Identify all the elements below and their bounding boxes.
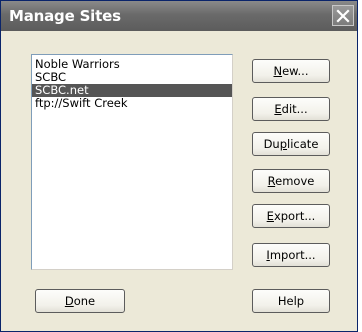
dialog-title: Manage Sites — [9, 7, 121, 25]
export-button-access-key: E — [266, 209, 274, 223]
manage-sites-dialog: Manage Sites Noble Warriors SCBC SCBC.ne… — [0, 0, 358, 332]
duplicate-button-label-pre: Du — [263, 137, 280, 151]
close-button[interactable] — [332, 5, 354, 26]
help-button-label: Help — [277, 294, 305, 308]
list-item-label: SCBC.net — [35, 83, 89, 97]
remove-button-label-post: emove — [275, 174, 315, 188]
edit-button-label-post: dit... — [281, 102, 308, 116]
close-icon — [336, 9, 350, 23]
new-button-label-post: ew... — [282, 64, 309, 78]
title-bar[interactable]: Manage Sites — [1, 1, 357, 31]
done-button-label-post: one — [73, 294, 96, 308]
new-button[interactable]: New... — [252, 59, 330, 83]
list-item-label: ftp://Swift Creek — [35, 96, 128, 110]
done-button[interactable]: Done — [35, 289, 125, 313]
sites-list[interactable]: Noble Warriors SCBC SCBC.net ftp://Swift… — [31, 54, 233, 270]
duplicate-button-label-post: licate — [287, 137, 319, 151]
edit-button-access-key: E — [274, 102, 282, 116]
new-button-access-key: N — [273, 64, 283, 78]
import-button[interactable]: Import... — [252, 243, 330, 267]
edit-button[interactable]: Edit... — [252, 97, 330, 121]
list-item-label: Noble Warriors — [35, 57, 120, 71]
help-button[interactable]: Help — [252, 289, 330, 313]
done-button-access-key: D — [64, 294, 74, 308]
import-button-label-post: mport... — [269, 248, 316, 262]
list-item-label: SCBC — [35, 70, 67, 84]
duplicate-button[interactable]: Duplicate — [252, 132, 330, 156]
export-button-label-post: xport... — [273, 209, 316, 223]
duplicate-button-access-key: p — [279, 137, 288, 151]
remove-button[interactable]: Remove — [252, 169, 330, 193]
list-item-swift-creek[interactable]: ftp://Swift Creek — [32, 97, 232, 110]
export-button[interactable]: Export... — [252, 204, 330, 228]
